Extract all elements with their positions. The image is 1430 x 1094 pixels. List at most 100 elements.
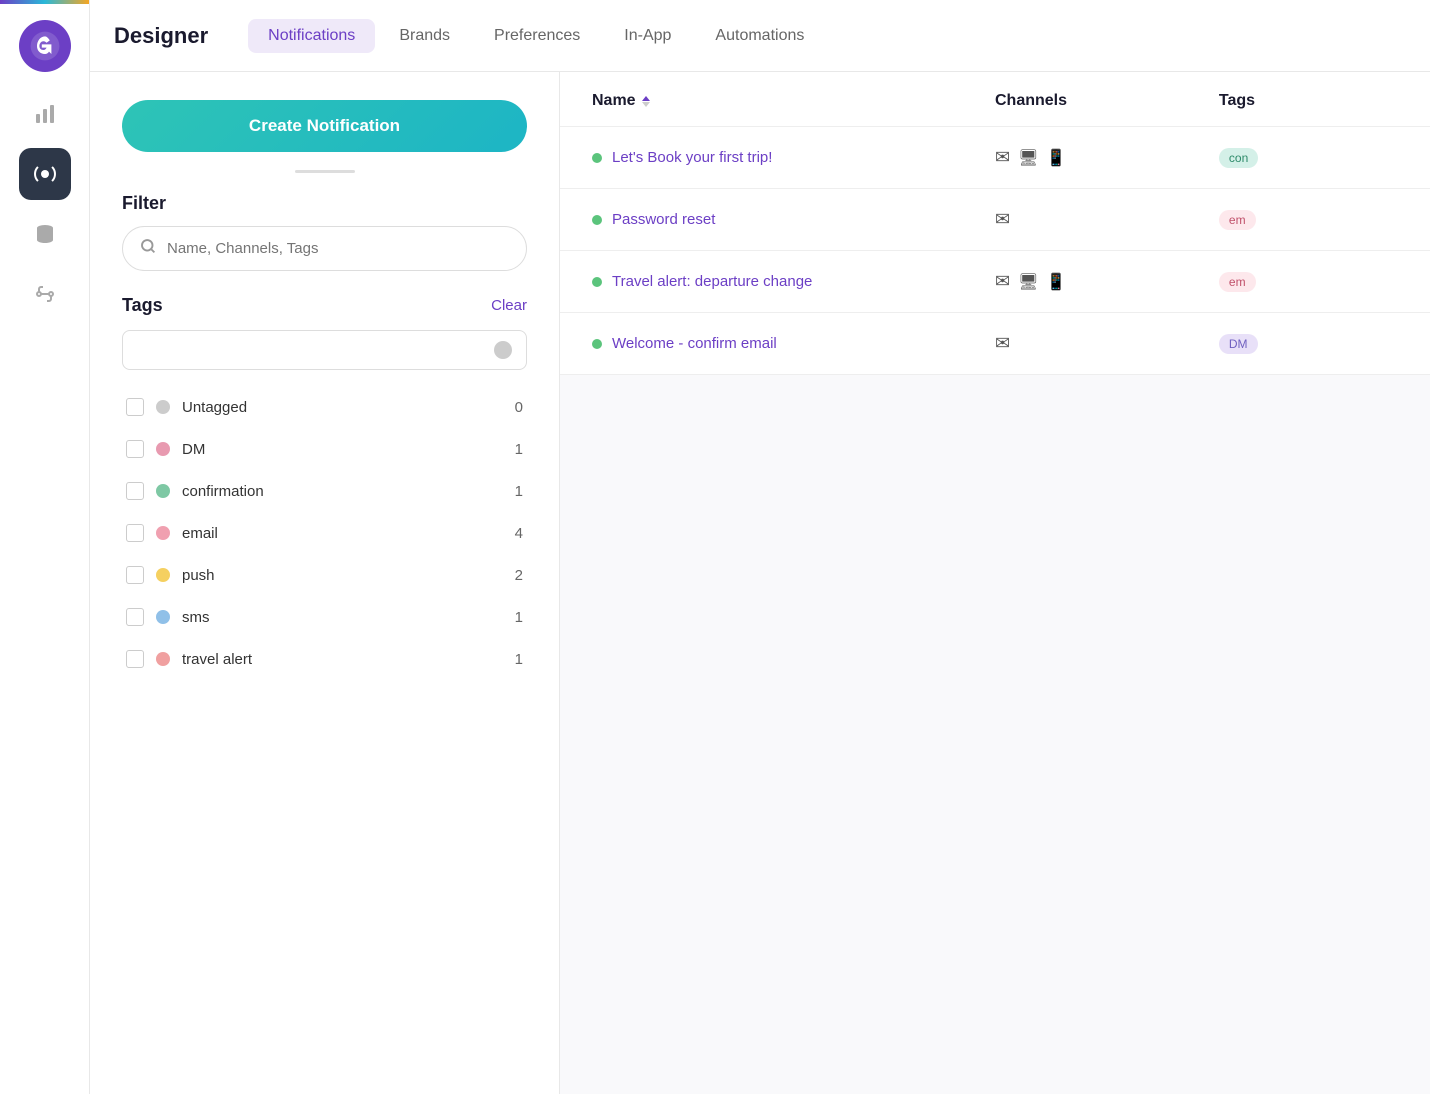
tag-checkbox-push[interactable] [126,566,144,584]
row-channels-col: ✉ 🖥 📱 [995,147,1219,168]
sort-name-icon[interactable] [642,96,650,107]
tag-dot-email [156,526,170,540]
tab-in-app[interactable]: In-App [604,19,691,53]
tag-dot-untagged [156,400,170,414]
filter-search-input[interactable] [167,240,510,257]
col-header-channels: Channels [995,92,1219,110]
clear-tags-button[interactable]: Clear [491,297,527,314]
notification-name: Welcome - confirm email [612,335,777,352]
tag-badge: em [1219,210,1256,230]
sidebar-data-icon[interactable] [19,208,71,260]
tag-item-email[interactable]: email 4 [122,512,527,554]
tag-name-email: email [182,525,503,542]
table-row[interactable]: Travel alert: departure change ✉ 🖥 📱 em [560,251,1430,313]
filter-search-box [122,226,527,271]
tab-preferences[interactable]: Preferences [474,19,600,53]
table-row[interactable]: Welcome - confirm email ✉ DM [560,313,1430,375]
row-name-col: Let's Book your first trip! [592,149,995,166]
row-tags-col: DM [1219,334,1398,354]
create-notification-button[interactable]: Create Notification [122,100,527,152]
tag-checkbox-confirmation[interactable] [126,482,144,500]
tag-dot-confirmation [156,484,170,498]
app-logo[interactable] [19,20,71,72]
tag-count-dm: 1 [515,441,523,458]
row-channels-col: ✉ [995,333,1219,354]
tag-item-dm[interactable]: DM 1 [122,428,527,470]
tag-name-untagged: Untagged [182,399,503,416]
tag-item-travel-alert[interactable]: travel alert 1 [122,638,527,680]
email-channel-icon: ✉ [995,271,1010,292]
table-row[interactable]: Password reset ✉ em [560,189,1430,251]
tag-name-dm: DM [182,441,503,458]
tag-count-sms: 1 [515,609,523,626]
tag-item-push[interactable]: push 2 [122,554,527,596]
tag-name-sms: sms [182,609,503,626]
status-dot [592,153,602,163]
row-tags-col: con [1219,148,1398,168]
tag-badge: em [1219,272,1256,292]
tag-name-confirmation: confirmation [182,483,503,500]
tab-notifications[interactable]: Notifications [248,19,375,53]
app-title: Designer [114,23,208,49]
notification-name: Password reset [612,211,715,228]
tag-item-sms[interactable]: sms 1 [122,596,527,638]
sidebar [0,0,90,1094]
content-area: Create Notification Filter Tags Clear [90,72,1430,1094]
email-channel-icon: ✉ [995,333,1010,354]
tab-automations[interactable]: Automations [695,19,824,53]
tag-checkbox-email[interactable] [126,524,144,542]
desktop-channel-icon: 🖥 [1018,148,1038,168]
divider [295,170,355,173]
search-icon [139,237,157,260]
tag-checkbox-travel-alert[interactable] [126,650,144,668]
status-dot [592,215,602,225]
tag-search-input[interactable] [137,342,494,359]
tag-item-untagged[interactable]: Untagged 0 [122,386,527,428]
tag-dot-push [156,568,170,582]
nav-tabs: Notifications Brands Preferences In-App … [248,19,824,53]
left-panel: Create Notification Filter Tags Clear [90,72,560,1094]
tags-label: Tags [122,295,163,316]
notifications-table: Name Channels Tags Let's Book your first… [560,72,1430,375]
notification-name: Travel alert: departure change [612,273,812,290]
status-dot [592,339,602,349]
tag-search-box [122,330,527,370]
tag-dot-sms [156,610,170,624]
tags-section-header: Tags Clear [122,295,527,316]
tag-checkbox-dm[interactable] [126,440,144,458]
row-name-col: Welcome - confirm email [592,335,995,352]
row-tags-col: em [1219,272,1398,292]
filter-label: Filter [122,193,527,214]
sidebar-integration-icon[interactable] [19,268,71,320]
tag-search-submit[interactable] [494,341,512,359]
desktop-channel-icon: 🖥 [1018,272,1038,292]
tag-dot-travel-alert [156,652,170,666]
sidebar-analytics-icon[interactable] [19,88,71,140]
tag-list: Untagged 0 DM 1 confirmation 1 [122,386,527,680]
status-dot [592,277,602,287]
tag-dot-dm [156,442,170,456]
tag-name-travel-alert: travel alert [182,651,503,668]
tag-count-email: 4 [515,525,523,542]
table-header: Name Channels Tags [560,72,1430,127]
sidebar-designer-icon[interactable] [19,148,71,200]
mobile-channel-icon: 📱 [1046,272,1066,292]
tag-checkbox-sms[interactable] [126,608,144,626]
row-channels-col: ✉ 🖥 📱 [995,271,1219,292]
tag-badge: con [1219,148,1258,168]
col-header-name: Name [592,92,995,110]
row-channels-col: ✉ [995,209,1219,230]
row-tags-col: em [1219,210,1398,230]
right-panel: Name Channels Tags Let's Book your first… [560,72,1430,1094]
tag-count-confirmation: 1 [515,483,523,500]
tag-checkbox-untagged[interactable] [126,398,144,416]
tag-item-confirmation[interactable]: confirmation 1 [122,470,527,512]
tag-count-untagged: 0 [515,399,523,416]
tab-brands[interactable]: Brands [379,19,470,53]
tag-count-travel-alert: 1 [515,651,523,668]
row-name-col: Travel alert: departure change [592,273,995,290]
table-row[interactable]: Let's Book your first trip! ✉ 🖥 📱 con [560,127,1430,189]
email-channel-icon: ✉ [995,209,1010,230]
mobile-channel-icon: 📱 [1046,148,1066,168]
col-header-tags: Tags [1219,92,1398,110]
